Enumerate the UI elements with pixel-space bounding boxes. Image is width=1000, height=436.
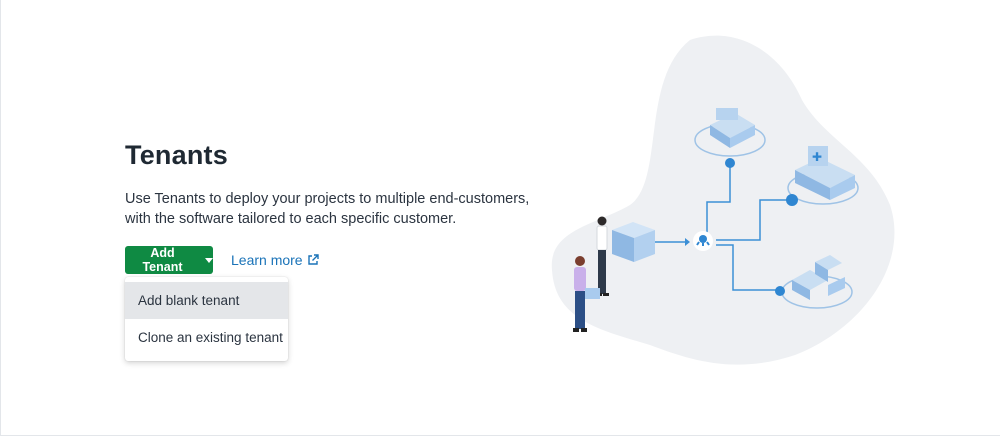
page-description: Use Tenants to deploy your projects to m…	[125, 191, 530, 227]
add-tenant-label: Add Tenant	[142, 246, 183, 274]
learn-more-label: Learn more	[231, 252, 303, 268]
package-box	[612, 222, 655, 262]
add-tenant-button[interactable]: Add Tenant	[125, 246, 213, 274]
learn-more-link[interactable]: Learn more	[231, 252, 319, 268]
svg-text:✚: ✚	[812, 150, 822, 164]
add-tenant-dropdown-menu: Add blank tenant Clone an existing tenan…	[125, 277, 288, 361]
tenants-illustration: ✚	[551, 35, 895, 365]
page-title: Tenants	[125, 140, 228, 170]
menu-item-add-blank-tenant[interactable]: Add blank tenant	[125, 282, 288, 319]
external-link-icon	[307, 254, 319, 265]
caret-down-icon	[205, 257, 213, 263]
menu-item-clone-tenant[interactable]: Clone an existing tenant	[125, 319, 288, 356]
illustration-blob	[551, 35, 895, 365]
